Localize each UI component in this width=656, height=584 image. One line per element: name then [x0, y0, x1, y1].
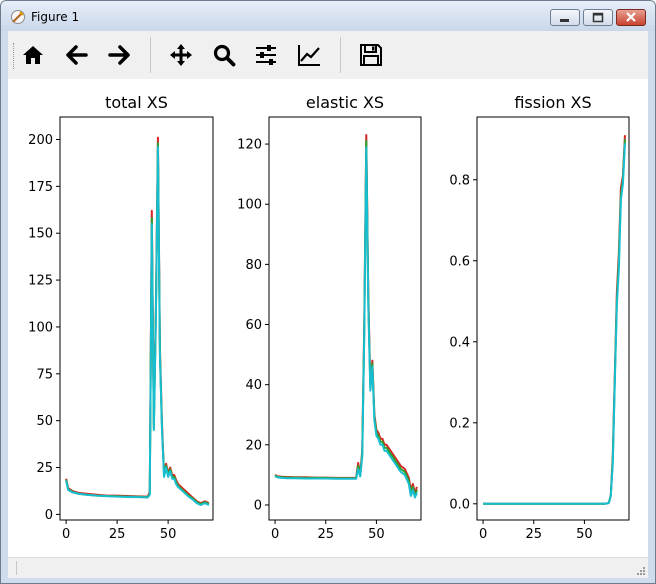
home-button[interactable] [16, 38, 50, 72]
subplot-title: fission XS [514, 93, 591, 112]
magnifier-icon [213, 44, 236, 67]
subplot-title: total XS [105, 93, 168, 112]
pan-button[interactable] [164, 38, 198, 72]
floppy-disk-icon [360, 44, 382, 66]
edit-axes-button[interactable] [292, 38, 326, 72]
axes-frame [59, 116, 214, 521]
x-tick-label: 0 [271, 527, 279, 542]
series-line-3 [274, 146, 418, 499]
y-tick-label: 150 [28, 227, 53, 242]
window-title: Figure 1 [31, 10, 80, 24]
figure-client: total XS 0 25 50 0 25 50 75 100 125 150 175 200 elast… [8, 31, 648, 578]
status-divider [16, 561, 17, 575]
subplot-title: elastic XS [306, 93, 384, 112]
x-tick-label: 25 [525, 527, 542, 542]
y-tick-label: 200 [28, 133, 53, 148]
x-tick-label: 0 [479, 527, 487, 542]
x-tick-label: 0 [62, 527, 70, 542]
axes-frame [268, 116, 422, 521]
close-button[interactable] [616, 9, 646, 26]
sliders-icon [256, 45, 276, 65]
y-tick-label: 0.4 [449, 335, 470, 350]
arrow-left-icon [66, 45, 88, 65]
home-icon [23, 46, 43, 64]
save-button[interactable] [354, 38, 388, 72]
subplot-3: fission XS 0 25 50 0.0 0.2 0.4 0.6 0.8 [449, 93, 630, 542]
line-chart-icon [298, 45, 320, 66]
y-tick-label: 100 [237, 198, 262, 213]
subplot-1: total XS 0 25 50 0 25 50 75 100 125 150 175 200 [28, 93, 214, 542]
maximize-button[interactable] [583, 9, 613, 26]
y-tick-label: 80 [245, 258, 262, 273]
y-tick-label: 0.6 [449, 254, 470, 269]
y-tick-label: 0.2 [449, 416, 470, 431]
y-tick-label: 120 [237, 138, 262, 153]
forward-button[interactable] [102, 38, 136, 72]
minimize-button[interactable] [550, 9, 580, 26]
series-line-1 [65, 136, 210, 505]
subplot-2: elastic XS 0 25 50 0 20 40 60 80 100 120 [237, 93, 422, 542]
back-button[interactable] [60, 38, 94, 72]
figure-canvas[interactable]: total XS 0 25 50 0 25 50 75 100 125 150 175 200 elast… [8, 79, 648, 557]
y-tick-label: 60 [245, 318, 262, 333]
figure-svg: total XS0 25 500255075100125150175200elast… [28, 93, 630, 542]
toolbar-separator [340, 37, 341, 73]
x-tick-label: 50 [576, 527, 593, 542]
series-line-1 [483, 135, 626, 505]
status-bar [8, 557, 648, 578]
series-line-2 [65, 142, 210, 506]
zoom-button[interactable] [207, 38, 241, 72]
axes-frame [476, 116, 630, 521]
navigation-toolbar [8, 31, 648, 79]
y-tick-label: 0 [254, 498, 262, 513]
series-line-2 [483, 139, 626, 505]
close-icon [626, 12, 636, 22]
y-tick-label: 175 [28, 180, 53, 195]
y-tick-label: 25 [36, 461, 53, 476]
y-tick-label: 0.8 [449, 173, 470, 188]
maximize-icon [592, 12, 604, 23]
arrow-right-icon [108, 45, 130, 65]
app-icon [11, 10, 25, 24]
series-line-3 [65, 145, 210, 506]
x-tick-label: 50 [368, 527, 385, 542]
series-line-1 [274, 134, 418, 494]
figure-window: Figure 1 total XS 0 25 50 0 25 50 75 100… [0, 0, 656, 584]
y-tick-label: 125 [28, 274, 53, 289]
y-tick-label: 20 [245, 438, 262, 453]
y-tick-label: 100 [28, 320, 53, 335]
y-tick-label: 75 [36, 367, 53, 382]
y-tick-label: 0.0 [449, 497, 470, 512]
move-icon [170, 44, 192, 66]
configure-subplots-button[interactable] [249, 38, 283, 72]
title-bar[interactable]: Figure 1 [1, 1, 655, 31]
toolbar-separator [150, 37, 151, 73]
y-tick-label: 0 [45, 508, 53, 523]
y-tick-label: 50 [36, 414, 53, 429]
y-tick-label: 40 [245, 378, 262, 393]
x-tick-label: 25 [317, 527, 334, 542]
resize-grip-icon[interactable] [636, 566, 646, 576]
x-tick-label: 25 [109, 527, 126, 542]
x-tick-label: 50 [160, 527, 177, 542]
series-line-2 [274, 140, 418, 497]
minimize-icon [560, 19, 569, 22]
series-line-3 [483, 143, 626, 505]
